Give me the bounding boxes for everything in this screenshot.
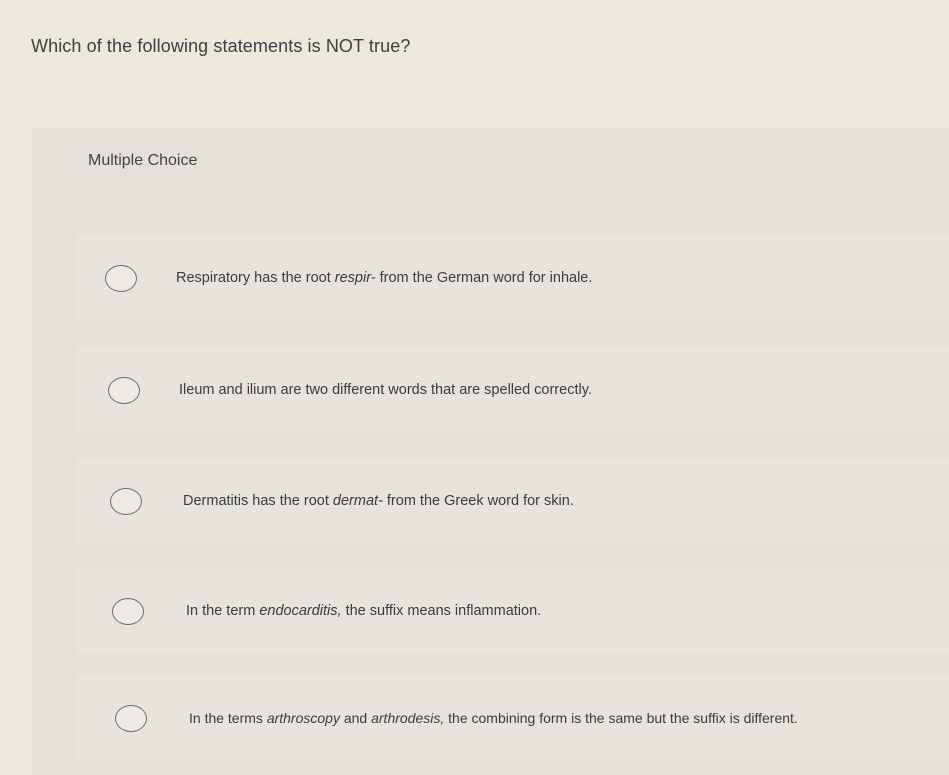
choice-label-5: In the terms arthroscopy and arthrodesis… [189, 710, 798, 726]
choice-label-2: Ileum and ilium are two different words … [179, 382, 592, 398]
choice-label-1: Respiratory has the root respir- from th… [176, 270, 593, 286]
question-text: Which of the following statements is NOT… [31, 36, 411, 56]
radio-button-icon[interactable] [110, 487, 142, 515]
choice-option-2[interactable]: Ileum and ilium are two different words … [76, 347, 949, 433]
multiple-choice-panel: Multiple Choice Respiratory has the root… [32, 128, 949, 775]
choice-option-4[interactable]: In the term endocarditis, the suffix mea… [76, 568, 949, 654]
radio-button-icon[interactable] [105, 264, 137, 292]
choice-label-3: Dermatitis has the root dermat- from the… [183, 493, 574, 509]
choice-option-1[interactable]: Respiratory has the root respir- from th… [76, 235, 949, 321]
choice-option-3[interactable]: Dermatitis has the root dermat- from the… [76, 458, 949, 544]
choice-label-4: In the term endocarditis, the suffix mea… [186, 603, 542, 619]
radio-button-icon[interactable] [108, 376, 140, 404]
multiple-choice-label: Multiple Choice [88, 152, 198, 169]
radio-button-icon[interactable] [112, 597, 144, 625]
radio-button-icon[interactable] [115, 704, 147, 732]
choice-option-5[interactable]: In the terms arthroscopy and arthrodesis… [76, 675, 949, 761]
